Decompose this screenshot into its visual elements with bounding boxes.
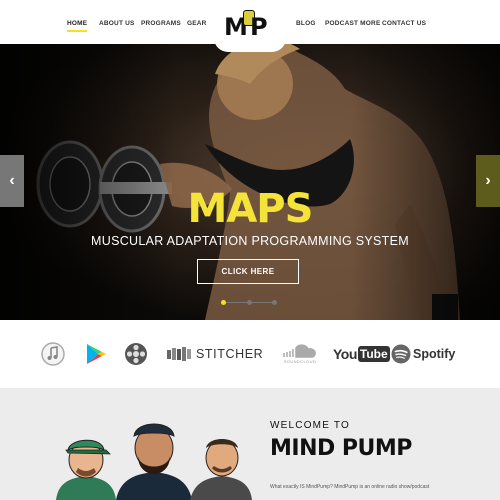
stitcher-icon xyxy=(167,347,191,361)
spotify-label: Spotify xyxy=(413,347,456,361)
soundcloud-icon xyxy=(283,344,316,358)
itunes-link[interactable] xyxy=(41,342,65,366)
welcome-body-text: What exactly IS MindPump? MindPump is an… xyxy=(270,484,430,490)
google-play-icon xyxy=(87,344,106,364)
nav-home-label: HOME xyxy=(67,20,88,27)
spotify-link[interactable]: Spotify xyxy=(391,342,455,366)
welcome-heading-big: MIND PUMP xyxy=(270,436,412,461)
stitcher-link[interactable]: STITCHER xyxy=(167,342,263,366)
nav-programs[interactable]: PROGRAMS xyxy=(141,20,181,27)
soundcloud-label: SOUNDCLOUD xyxy=(283,359,317,364)
pagination-connector xyxy=(225,302,247,303)
nav-about-us[interactable]: ABOUT US xyxy=(99,20,135,27)
nav-home[interactable]: HOME xyxy=(67,20,88,32)
click-here-button[interactable]: CLICK HERE xyxy=(197,259,299,284)
pagination-connector xyxy=(252,302,272,303)
film-reel-link[interactable] xyxy=(124,342,148,366)
nav-blog-label: BLOG xyxy=(296,20,316,27)
nav-about-us-label: ABOUT US xyxy=(99,20,135,27)
welcome-section: WELCOME TO MIND PUMP What exactly IS Min… xyxy=(0,388,500,500)
nav-podcast-more-label: PODCAST MORE xyxy=(325,20,381,27)
nav-podcast-more[interactable]: PODCAST MORE xyxy=(325,20,381,27)
spotify-icon xyxy=(391,344,411,364)
nav-active-underline xyxy=(67,30,88,32)
youtube-link[interactable]: You Tube xyxy=(333,342,390,366)
page: HOME ABOUT US PROGRAMS GEAR BLOG PODCAST… xyxy=(0,0,500,500)
platform-bar: STITCHER SOUNDCLOUD You Tube Spotify xyxy=(0,320,500,388)
logo-letter-p: P xyxy=(250,13,268,41)
nav-gear-label: GEAR xyxy=(187,20,207,27)
google-play-link[interactable] xyxy=(85,342,107,366)
hosts-illustration xyxy=(56,423,252,500)
film-reel-icon xyxy=(125,343,147,365)
slider-pagination xyxy=(221,300,281,306)
logo-link[interactable]: M P xyxy=(214,0,286,52)
hero-subtitle: MUSCULAR ADAPTATION PROGRAMMING SYSTEM xyxy=(91,234,409,248)
hero-title: MAPS xyxy=(187,186,314,232)
itunes-icon xyxy=(41,342,65,366)
hero-slider: ‹ › MAPS MUSCULAR ADAPTATION PROGRAMMING… xyxy=(0,44,500,320)
nav-contact-us[interactable]: CONTACT US xyxy=(382,20,426,27)
youtube-tube-icon: Tube xyxy=(357,346,390,362)
mind-pump-logo: M P xyxy=(224,9,276,43)
slide-dot-3[interactable] xyxy=(272,300,277,305)
soundcloud-link[interactable]: SOUNDCLOUD xyxy=(282,342,318,366)
welcome-heading-small: WELCOME TO xyxy=(270,420,350,431)
nav-blog[interactable]: BLOG xyxy=(296,20,316,27)
slide-dot-2[interactable] xyxy=(247,300,252,305)
nav-programs-label: PROGRAMS xyxy=(141,20,181,27)
nav-gear[interactable]: GEAR xyxy=(187,20,207,27)
nav-contact-us-label: CONTACT US xyxy=(382,20,427,27)
slide-dot-1[interactable] xyxy=(221,300,226,305)
youtube-icon: You xyxy=(333,346,357,362)
stitcher-label: STITCHER xyxy=(196,347,264,361)
